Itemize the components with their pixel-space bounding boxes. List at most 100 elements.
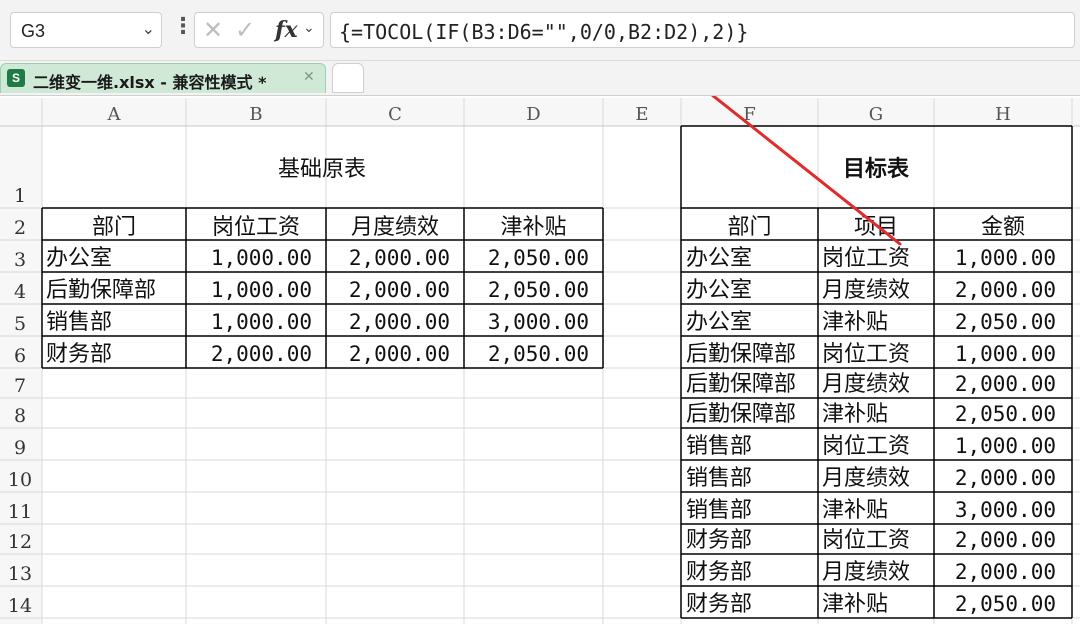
source-table-header: 月度绩效 (351, 215, 439, 240)
source-table-title: 基础原表 (278, 157, 366, 182)
source-table-cell: 2,050.00 (488, 342, 589, 366)
cancel-icon[interactable]: ✕ (203, 16, 223, 44)
target-table-cell: 月度绩效 (822, 372, 910, 397)
target-table-cell: 2,000.00 (955, 528, 1056, 552)
chevron-down-icon[interactable]: ⌄ (303, 20, 315, 36)
target-table-cell: 1,000.00 (955, 342, 1056, 366)
row-header-label: 13 (8, 563, 32, 585)
column-header-label: D (526, 104, 540, 125)
target-table-cell: 3,000.00 (955, 498, 1056, 522)
column-header-label: C (388, 104, 402, 125)
column-header-label: E (635, 104, 648, 125)
row-header-label: 9 (14, 437, 26, 459)
close-icon[interactable]: ✕ (303, 69, 315, 85)
target-table-cell: 财务部 (686, 592, 752, 617)
formula-bar: G3 ⌄ ⋮ ✕ ✓ fx ⌄ {=TOCOL(IF(B3:D6="",0/0,… (0, 0, 1080, 61)
target-table-cell: 2,000.00 (955, 560, 1056, 584)
column-header-label: H (995, 104, 1011, 125)
target-table-header: 金额 (981, 215, 1025, 240)
target-table-cell: 办公室 (686, 246, 752, 271)
source-table-cell: 办公室 (46, 246, 112, 271)
name-box[interactable]: G3 ⌄ (10, 12, 162, 48)
target-table-cell: 财务部 (686, 528, 752, 553)
target-table-cell: 月度绩效 (822, 560, 910, 585)
source-table-header: 津补贴 (500, 215, 566, 240)
source-table-header: 岗位工资 (212, 215, 300, 240)
row-header-label: 12 (8, 531, 32, 553)
target-table-cell: 津补贴 (822, 498, 888, 523)
column-header-label: G (869, 104, 883, 125)
row-header-label: 14 (8, 595, 32, 617)
target-table-cell: 月度绩效 (822, 278, 910, 303)
row-header-label: 1 (14, 185, 26, 207)
spreadsheet-grid[interactable]: A B C D E F G H1234567891011121314基础原表部门 岗位工资 月度绩… (0, 96, 1080, 624)
target-table-cell: 办公室 (686, 278, 752, 303)
workbook-tab-label: 二维变一维.xlsx - 兼容性模式 * (33, 73, 267, 92)
target-table-cell: 岗位工资 (822, 342, 910, 367)
source-table-cell: 2,000.00 (349, 342, 450, 366)
formula-text: {=TOCOL(IF(B3:D6="",0/0,B2:D2),2)} (339, 20, 749, 44)
row-header-label: 7 (14, 375, 26, 397)
target-table-cell: 2,050.00 (955, 592, 1056, 616)
row-header-label: 6 (14, 345, 26, 367)
target-table-cell: 后勤保障部 (686, 402, 796, 427)
row-header-label: 4 (14, 281, 26, 303)
workbook-tab-bar: S 二维变一维.xlsx - 兼容性模式 * ✕ (0, 61, 1080, 96)
source-table-cell: 2,000.00 (211, 342, 312, 366)
row-header-label: 5 (14, 313, 26, 335)
source-table-cell: 2,000.00 (349, 246, 450, 270)
target-table-cell: 岗位工资 (822, 246, 910, 271)
target-table-header: 部门 (727, 215, 771, 240)
insert-function-icon[interactable]: fx (275, 17, 298, 43)
target-table-cell: 销售部 (686, 466, 752, 491)
name-box-value: G3 (21, 21, 46, 41)
source-table-cell: 1,000.00 (211, 278, 312, 302)
row-header-label: 2 (14, 217, 26, 239)
target-table-cell: 1,000.00 (955, 434, 1056, 458)
target-table-cell: 2,050.00 (955, 310, 1056, 334)
target-table-cell: 岗位工资 (822, 528, 910, 553)
target-table-cell: 销售部 (686, 434, 752, 459)
formula-input[interactable]: {=TOCOL(IF(B3:D6="",0/0,B2:D2),2)} (330, 12, 1075, 48)
source-table-cell: 财务部 (46, 342, 112, 367)
target-table-cell: 岗位工资 (822, 434, 910, 459)
chevron-down-icon[interactable]: ⌄ (142, 19, 155, 38)
target-table-cell: 办公室 (686, 310, 752, 335)
workbook-tab[interactable]: S 二维变一维.xlsx - 兼容性模式 * ✕ (0, 63, 326, 93)
target-table-cell: 2,000.00 (955, 466, 1056, 490)
target-table-cell: 2,000.00 (955, 278, 1056, 302)
target-table-cell: 财务部 (686, 560, 752, 585)
target-table-cell: 津补贴 (822, 310, 888, 335)
source-table-header: 部门 (92, 215, 136, 240)
source-table-cell: 1,000.00 (211, 246, 312, 270)
source-table-cell: 2,000.00 (349, 278, 450, 302)
row-header-label: 11 (8, 501, 32, 523)
target-table-cell: 后勤保障部 (686, 372, 796, 397)
spreadsheet-icon: S (7, 69, 25, 87)
target-table-cell: 津补贴 (822, 592, 888, 617)
target-table-cell: 津补贴 (822, 402, 888, 427)
target-table-cell: 1,000.00 (955, 246, 1056, 270)
source-table-cell: 1,000.00 (211, 310, 312, 334)
column-header-label: A (107, 104, 122, 125)
source-table-cell: 后勤保障部 (46, 278, 156, 303)
more-options-icon[interactable]: ⋮ (172, 14, 194, 39)
row-header-label: 10 (8, 469, 32, 491)
row-header-label: 8 (14, 405, 26, 427)
source-table-cell: 销售部 (46, 310, 112, 335)
source-table-cell: 2,050.00 (488, 278, 589, 302)
target-table-cell: 月度绩效 (822, 466, 910, 491)
target-table-title: 目标表 (843, 156, 910, 182)
target-table-cell: 2,000.00 (955, 372, 1056, 396)
target-table-cell: 后勤保障部 (686, 342, 796, 367)
formula-controls: ✕ ✓ fx ⌄ (194, 12, 324, 48)
target-table-cell: 2,050.00 (955, 402, 1056, 426)
column-header-label: B (249, 104, 262, 125)
new-tab-button[interactable] (332, 63, 364, 93)
source-table-cell: 2,050.00 (488, 246, 589, 270)
source-table-cell: 2,000.00 (349, 310, 450, 334)
source-table-cell: 3,000.00 (488, 310, 589, 334)
confirm-icon[interactable]: ✓ (235, 16, 255, 44)
row-header-label: 3 (14, 249, 26, 271)
target-table-cell: 销售部 (686, 498, 752, 523)
